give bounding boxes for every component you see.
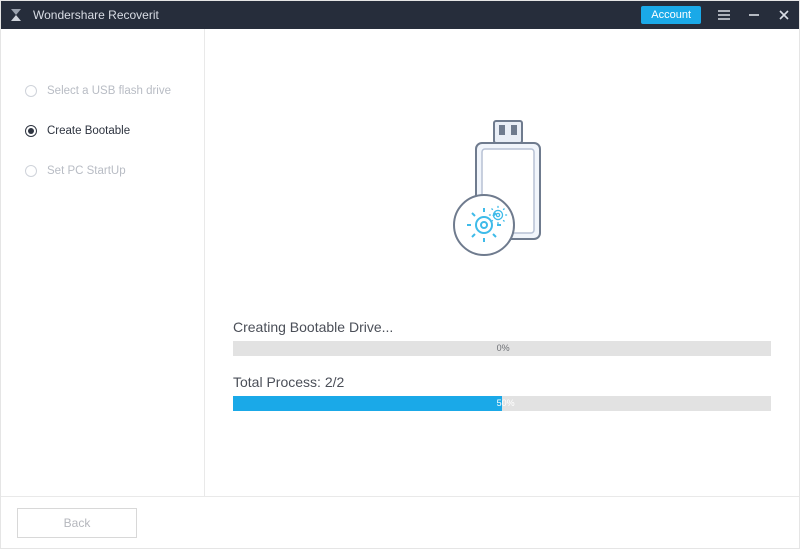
titlebar: Wondershare Recoverit Account	[1, 1, 799, 29]
total-label: Total Process: 2/2	[233, 374, 771, 390]
total-progress-bar: 50%	[233, 396, 771, 411]
close-icon[interactable]	[769, 1, 799, 29]
step-select-usb[interactable]: Select a USB flash drive	[25, 85, 204, 97]
main-panel: Creating Bootable Drive... 0% Total Proc…	[205, 29, 799, 496]
creating-label: Creating Bootable Drive...	[233, 319, 771, 335]
creating-progress-bar: 0%	[233, 341, 771, 356]
app-body: Select a USB flash drive Create Bootable…	[1, 29, 799, 496]
step-label: Select a USB flash drive	[47, 85, 171, 97]
hamburger-menu-icon[interactable]	[709, 1, 739, 29]
app-logo-icon	[7, 6, 25, 24]
step-set-pc-startup[interactable]: Set PC StartUp	[25, 165, 204, 177]
account-button[interactable]: Account	[641, 6, 701, 24]
radio-icon	[25, 165, 37, 177]
step-label: Create Bootable	[47, 125, 130, 137]
usb-gear-icon	[442, 119, 562, 264]
app-window: Wondershare Recoverit Account Select a U…	[0, 0, 800, 549]
app-title: Wondershare Recoverit	[33, 8, 159, 22]
total-progress-fill	[233, 396, 502, 411]
total-section: Total Process: 2/2 50%	[233, 374, 771, 411]
sidebar: Select a USB flash drive Create Bootable…	[1, 29, 205, 496]
creating-section: Creating Bootable Drive... 0%	[233, 319, 771, 356]
creating-progress-percent: 0%	[497, 341, 510, 356]
step-label: Set PC StartUp	[47, 165, 126, 177]
total-progress-percent: 50%	[497, 396, 515, 411]
back-button[interactable]: Back	[17, 508, 137, 538]
footer: Back	[1, 496, 799, 548]
minimize-icon[interactable]	[739, 1, 769, 29]
radio-icon	[25, 85, 37, 97]
step-create-bootable[interactable]: Create Bootable	[25, 125, 204, 137]
radio-icon	[25, 125, 37, 137]
